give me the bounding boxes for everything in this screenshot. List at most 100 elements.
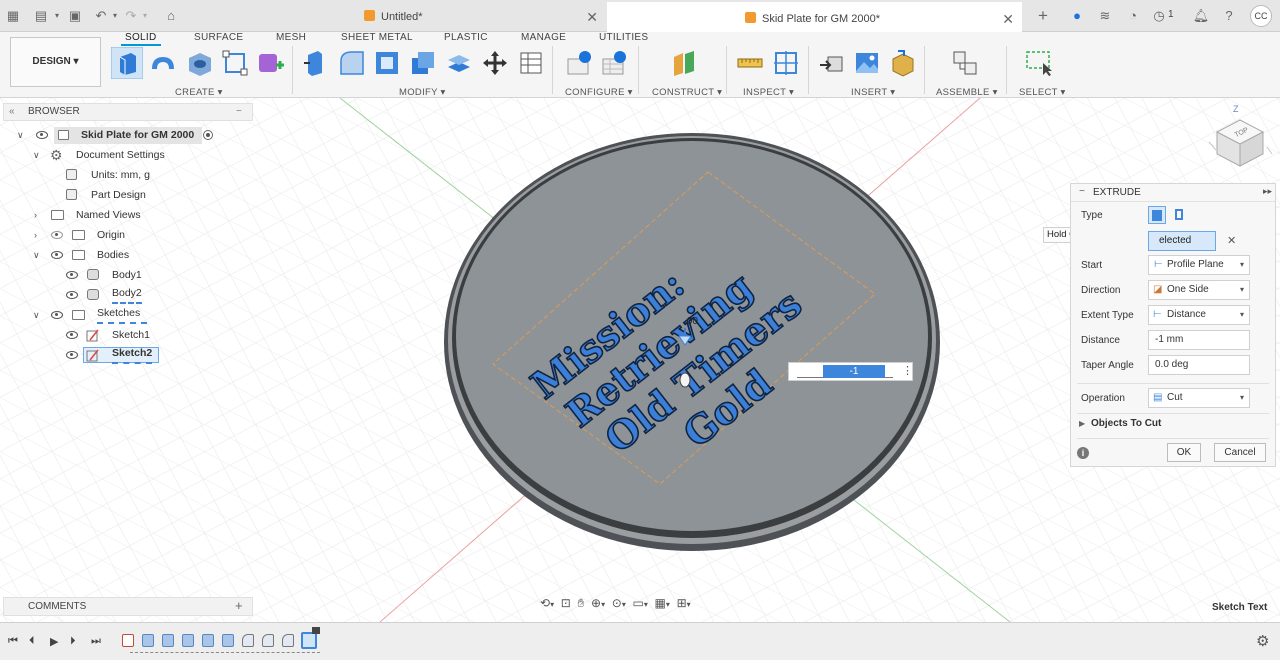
- offset-plane-icon[interactable]: [670, 49, 698, 77]
- viewports-icon[interactable]: ⊞: [677, 596, 687, 610]
- offset-face-icon[interactable]: [445, 49, 473, 77]
- visibility-eye-icon[interactable]: [51, 251, 63, 259]
- visibility-eye-icon[interactable]: [36, 131, 48, 139]
- tab-skid-plate[interactable]: Skid Plate for GM 2000* ✕: [607, 2, 1022, 32]
- sketches-label[interactable]: Sketches: [97, 306, 147, 324]
- zoom-icon[interactable]: ⊕: [591, 596, 601, 610]
- timeline-fillet-feature[interactable]: [282, 634, 294, 647]
- new-component-icon[interactable]: [951, 49, 979, 77]
- distance-inline-input[interactable]: -1 ⋮: [788, 362, 913, 381]
- go-to-start-icon[interactable]: ⏮: [8, 635, 18, 648]
- collapse-icon[interactable]: −: [1079, 186, 1085, 197]
- tab-manage[interactable]: MANAGE: [521, 32, 566, 43]
- assemble-group-label[interactable]: ASSEMBLE ▾: [936, 87, 998, 98]
- extent-type-select[interactable]: ⊢ Distance ▾: [1148, 305, 1250, 325]
- bell-icon[interactable]: 🔔︎: [1192, 7, 1210, 25]
- section-analysis-icon[interactable]: [772, 49, 800, 77]
- press-pull-icon[interactable]: [302, 49, 330, 77]
- grid-menu-icon[interactable]: ▦: [4, 7, 22, 25]
- timeline-extrude-feature[interactable]: [222, 634, 234, 647]
- data-panel-icon[interactable]: ≋: [1096, 7, 1114, 25]
- modify-group-label[interactable]: MODIFY ▾: [399, 87, 446, 98]
- display-settings-icon[interactable]: ▭: [633, 596, 644, 610]
- timeline-fillet-feature[interactable]: [242, 634, 254, 647]
- profiles-selected-chip[interactable]: elected: [1148, 231, 1216, 251]
- tab-solid[interactable]: SOLID: [121, 32, 160, 46]
- distance-input[interactable]: -1 mm: [1148, 330, 1250, 350]
- new-tab-plus-icon[interactable]: +: [1034, 7, 1052, 25]
- collapse-browser-icon[interactable]: «: [9, 104, 15, 120]
- body2-label[interactable]: Body2: [112, 286, 142, 304]
- named-views-label[interactable]: Named Views: [76, 206, 141, 224]
- visibility-eye-icon[interactable]: [66, 331, 78, 339]
- info-icon[interactable]: i: [1077, 447, 1089, 459]
- workspace-switcher-button[interactable]: DESIGN ▾: [10, 37, 101, 87]
- timeline-extrude-feature[interactable]: [142, 634, 154, 647]
- document-settings-label[interactable]: Document Settings: [76, 146, 165, 164]
- visibility-eye-icon[interactable]: [66, 351, 78, 359]
- timeline-extrude-feature[interactable]: [162, 634, 174, 647]
- chevron-right-icon[interactable]: ›: [34, 210, 37, 220]
- tab-untitled[interactable]: Untitled* ✕: [188, 2, 606, 32]
- ok-button[interactable]: OK: [1167, 443, 1201, 462]
- inspect-group-label[interactable]: INSPECT ▾: [743, 87, 794, 98]
- expand-icon[interactable]: ▸▸: [1263, 186, 1272, 197]
- configure-group-label[interactable]: CONFIGURE ▾: [565, 87, 633, 98]
- tab-sheet-metal[interactable]: SHEET METAL: [341, 32, 413, 43]
- chevron-down-icon[interactable]: ∨: [17, 130, 24, 141]
- clear-selection-icon[interactable]: ✕: [1227, 234, 1236, 247]
- save-icon[interactable]: ▣: [66, 7, 84, 25]
- add-comment-icon[interactable]: +: [235, 597, 243, 614]
- extrude-tool-icon[interactable]: [111, 47, 143, 79]
- timeline-sketch-feature[interactable]: [122, 634, 134, 647]
- visibility-eye-icon[interactable]: [51, 311, 63, 319]
- chevron-right-icon[interactable]: ›: [34, 230, 37, 240]
- start-select[interactable]: ⊢ Profile Plane ▾: [1148, 255, 1250, 275]
- chevron-down-icon[interactable]: ∨: [33, 150, 40, 161]
- home-icon[interactable]: ⌂: [162, 7, 180, 25]
- configure-table-icon[interactable]: [565, 49, 593, 77]
- step-back-icon[interactable]: ⏴: [29, 635, 35, 648]
- cancel-button[interactable]: Cancel: [1214, 443, 1266, 462]
- visibility-eye-icon[interactable]: [66, 271, 78, 279]
- redo-chevron-icon[interactable]: ▾: [136, 7, 154, 25]
- tab-surface[interactable]: SURFACE: [194, 32, 243, 43]
- part-design-label[interactable]: Part Design: [91, 186, 146, 204]
- insert-group-label[interactable]: INSERT ▾: [851, 87, 895, 98]
- direction-select[interactable]: ◪ One Side ▾: [1148, 280, 1250, 300]
- construct-group-label[interactable]: CONSTRUCT ▾: [652, 87, 722, 98]
- timeline-extrude-feature[interactable]: [202, 634, 214, 647]
- sketch-tool-icon[interactable]: [221, 49, 249, 77]
- operation-select[interactable]: ▤ Cut ▾: [1148, 388, 1250, 408]
- insert-mcmaster-icon[interactable]: [889, 49, 917, 77]
- inline-distance-value[interactable]: -1: [823, 365, 885, 378]
- objects-to-cut-label[interactable]: Objects To Cut: [1091, 418, 1161, 429]
- taper-angle-input[interactable]: 0.0 deg: [1148, 355, 1250, 375]
- visibility-eye-icon[interactable]: [66, 291, 78, 299]
- timeline-marker[interactable]: [312, 627, 320, 634]
- insert-derive-icon[interactable]: [818, 49, 846, 77]
- create-group-label[interactable]: CREATE ▾: [175, 87, 223, 98]
- configure-rules-icon[interactable]: [600, 49, 628, 77]
- help-icon[interactable]: ?: [1220, 7, 1238, 25]
- sketch1-label[interactable]: Sketch1: [112, 326, 150, 344]
- timeline-fillet-feature[interactable]: [262, 634, 274, 647]
- bodies-label[interactable]: Bodies: [97, 246, 129, 264]
- timeline-extrude-feature[interactable]: [182, 634, 194, 647]
- select-window-icon[interactable]: [1025, 49, 1053, 77]
- origin-label[interactable]: Origin: [97, 226, 125, 244]
- sketch2-label[interactable]: Sketch2: [112, 346, 153, 364]
- gear-icon[interactable]: ⚙: [1256, 632, 1269, 650]
- notifications-icon[interactable]: ◷: [1150, 7, 1168, 25]
- select-group-label[interactable]: SELECT ▾: [1019, 87, 1066, 98]
- fit-icon[interactable]: ⊙: [612, 596, 622, 610]
- chevron-down-icon[interactable]: ∨: [33, 250, 40, 261]
- viewcube[interactable]: Z TOP: [1204, 102, 1274, 174]
- type-thin-button[interactable]: [1171, 206, 1189, 224]
- hole-tool-icon[interactable]: [186, 49, 214, 77]
- file-menu-chevron-icon[interactable]: ▾: [48, 7, 66, 25]
- insert-canvas-icon[interactable]: [853, 49, 881, 77]
- orbit-icon[interactable]: ⟲: [540, 596, 550, 610]
- job-status-icon[interactable]: ◔: [1124, 7, 1142, 25]
- look-at-icon[interactable]: ⊡: [561, 596, 571, 610]
